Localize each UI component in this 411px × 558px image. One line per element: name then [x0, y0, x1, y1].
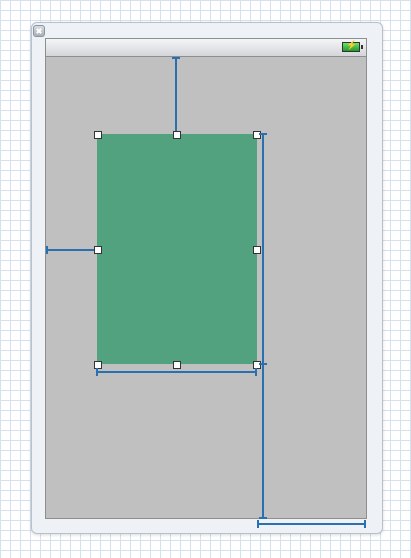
constraint-overlay [46, 57, 366, 528]
constraint-bottom-space[interactable] [259, 364, 267, 519]
constraint-width[interactable] [96, 368, 257, 376]
constraint-trailing-space[interactable] [257, 520, 366, 528]
constraint-height[interactable] [259, 133, 267, 365]
constraint-leading-space[interactable] [46, 246, 94, 254]
constraint-top-space[interactable] [172, 57, 180, 131]
